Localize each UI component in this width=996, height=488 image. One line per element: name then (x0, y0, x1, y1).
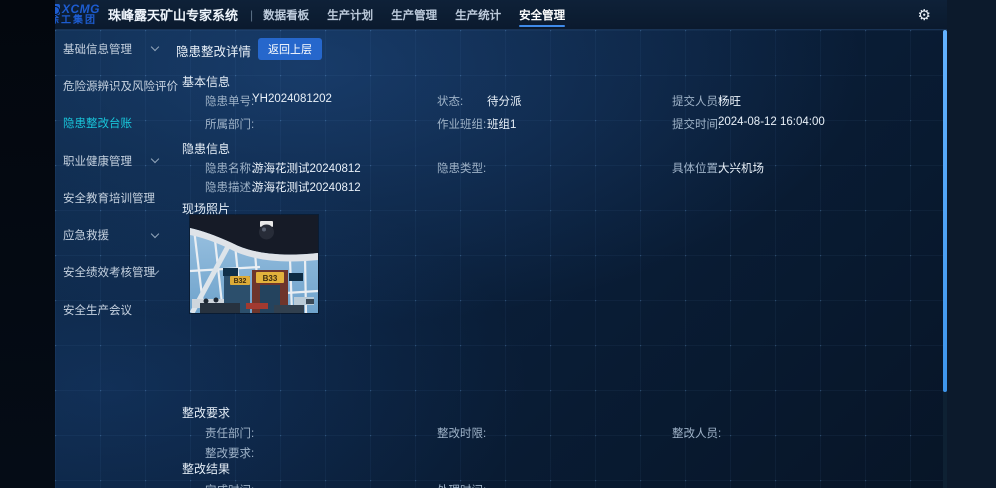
logo-text: XCMG (62, 3, 100, 15)
photo-floor (274, 305, 304, 313)
photo-barrier (246, 303, 268, 309)
field-label-danger-no: 隐患单号: (205, 93, 254, 109)
title-separator: | (250, 8, 253, 22)
app-title: 珠峰露天矿山专家系统 (108, 5, 238, 24)
section-title-danger-info: 隐患信息 (182, 140, 230, 157)
field-value-location: 大兴机场 (718, 160, 764, 176)
field-label-handle-time: 处理时间: (437, 482, 486, 488)
field-label-status: 状态: (437, 93, 463, 109)
sidebar-item-safety-performance[interactable]: 安全绩效考核管理 (55, 254, 173, 291)
page-title: 隐患整改详情 (176, 41, 251, 60)
sidebar-item-label: 安全绩效考核管理 (63, 264, 155, 280)
section-title-rectification-result: 整改结果 (182, 460, 230, 477)
sidebar-item-emergency-rescue[interactable]: 应急救援 (55, 216, 173, 253)
main-nav: 数据看板 生产计划 生产管理 生产统计 安全管理 (263, 0, 565, 29)
sidebar-item-basic-info[interactable]: 基础信息管理 (55, 30, 173, 67)
sidebar-item-label: 基础信息管理 (63, 41, 132, 57)
info-row: 隐患名称: 游海花测试20240812 隐患类型: 具体位置: 大兴机场 (55, 160, 947, 176)
field-label-work-team: 作业班组: (437, 116, 486, 132)
chevron-down-icon (151, 229, 159, 237)
sidebar-item-label: 应急救援 (63, 227, 109, 243)
nav-item-production-stats[interactable]: 生产统计 (455, 0, 501, 29)
field-label-danger-name: 隐患名称: (205, 160, 254, 176)
photo-person (214, 298, 219, 303)
page-left-margin (0, 0, 55, 488)
photo-gate-sign-b32-text: B32 (234, 278, 247, 285)
info-row: 隐患单号: YH2024081202 状态: 待分派 提交人员: 杨旺 (55, 93, 947, 109)
nav-item-production-plan[interactable]: 生产计划 (327, 0, 373, 29)
section-title-rectification-req: 整改要求 (182, 404, 230, 421)
info-row: 所属部门: 作业班组: 班组1 提交时间: 2024-08-12 16:04:0… (55, 116, 947, 132)
field-value-status: 待分派 (487, 93, 522, 109)
field-value-danger-name: 游海花测试20240812 (252, 160, 361, 176)
main-area: 基础信息管理 危险源辨识及风险评价 隐患整改台账 职业健康管理 安全教育培训管理… (55, 30, 947, 488)
info-row: 责任部门: 整改时限: 整改人员: (55, 425, 947, 441)
logo-subtext: 徐工集团 (55, 16, 100, 26)
field-label-location: 具体位置: (672, 160, 721, 176)
nav-item-dashboard[interactable]: 数据看板 (263, 0, 309, 29)
scrollbar-thumb[interactable] (943, 30, 947, 392)
field-label-rectifier: 整改人员: (672, 425, 721, 441)
sidebar-item-label: 安全生产会议 (63, 302, 132, 318)
photo-camera-dome (259, 225, 274, 240)
photo-gate-sign-b33-text: B33 (263, 274, 278, 283)
xcmg-logo-icon (55, 4, 60, 15)
gear-icon[interactable]: ⚙ (918, 6, 931, 24)
app-window: XCMG 徐工集团 珠峰露天矿山专家系统 | 数据看板 生产计划 生产管理 生产… (55, 0, 947, 488)
top-navbar: XCMG 徐工集团 珠峰露天矿山专家系统 | 数据看板 生产计划 生产管理 生产… (55, 0, 947, 30)
photo-display-screen (223, 268, 238, 276)
field-label-submitter: 提交人员: (672, 93, 721, 109)
field-label-danger-desc: 隐患描述: (205, 179, 254, 195)
sidebar-item-safety-meeting[interactable]: 安全生产会议 (55, 291, 173, 328)
field-value-work-team: 班组1 (487, 116, 516, 132)
photo-display-screen-right (289, 273, 303, 281)
info-row: 完成时间: 处理时间: (55, 482, 947, 488)
nav-item-production-mgmt[interactable]: 生产管理 (391, 0, 437, 29)
field-value-submitter: 杨旺 (718, 93, 741, 109)
field-label-deadline: 整改时限: (437, 425, 486, 441)
photo-person (204, 299, 209, 304)
field-value-danger-desc: 游海花测试20240812 (252, 179, 361, 195)
back-button[interactable]: 返回上层 (258, 38, 322, 60)
nav-item-safety-mgmt[interactable]: 安全管理 (519, 0, 565, 29)
photo-silhouettes (200, 303, 240, 313)
photo-vehicle (306, 299, 314, 304)
sidebar-item-label: 危险源辨识及风险评价 (63, 78, 178, 94)
field-value-danger-no: YH2024081202 (252, 93, 332, 105)
field-label-submit-time: 提交时间: (672, 116, 721, 132)
field-label-resp-dept: 责任部门: (205, 425, 254, 441)
field-label-department: 所属部门: (205, 116, 254, 132)
field-label-danger-type: 隐患类型: (437, 160, 486, 176)
photo-camera-highlight (262, 228, 266, 232)
field-value-submit-time: 2024-08-12 16:04:00 (718, 116, 825, 128)
info-row: 隐患描述: 游海花测试20240812 (55, 179, 947, 195)
field-label-finish-time: 完成时间: (205, 482, 254, 488)
site-photo-thumbnail[interactable]: B32 B33 (190, 215, 318, 313)
info-row: 整改要求: (55, 445, 947, 461)
section-title-basic-info: 基本信息 (182, 73, 230, 90)
xcmg-logo: XCMG 徐工集团 (55, 3, 100, 26)
chevron-down-icon (151, 43, 159, 51)
field-label-req-text: 整改要求: (205, 445, 254, 461)
